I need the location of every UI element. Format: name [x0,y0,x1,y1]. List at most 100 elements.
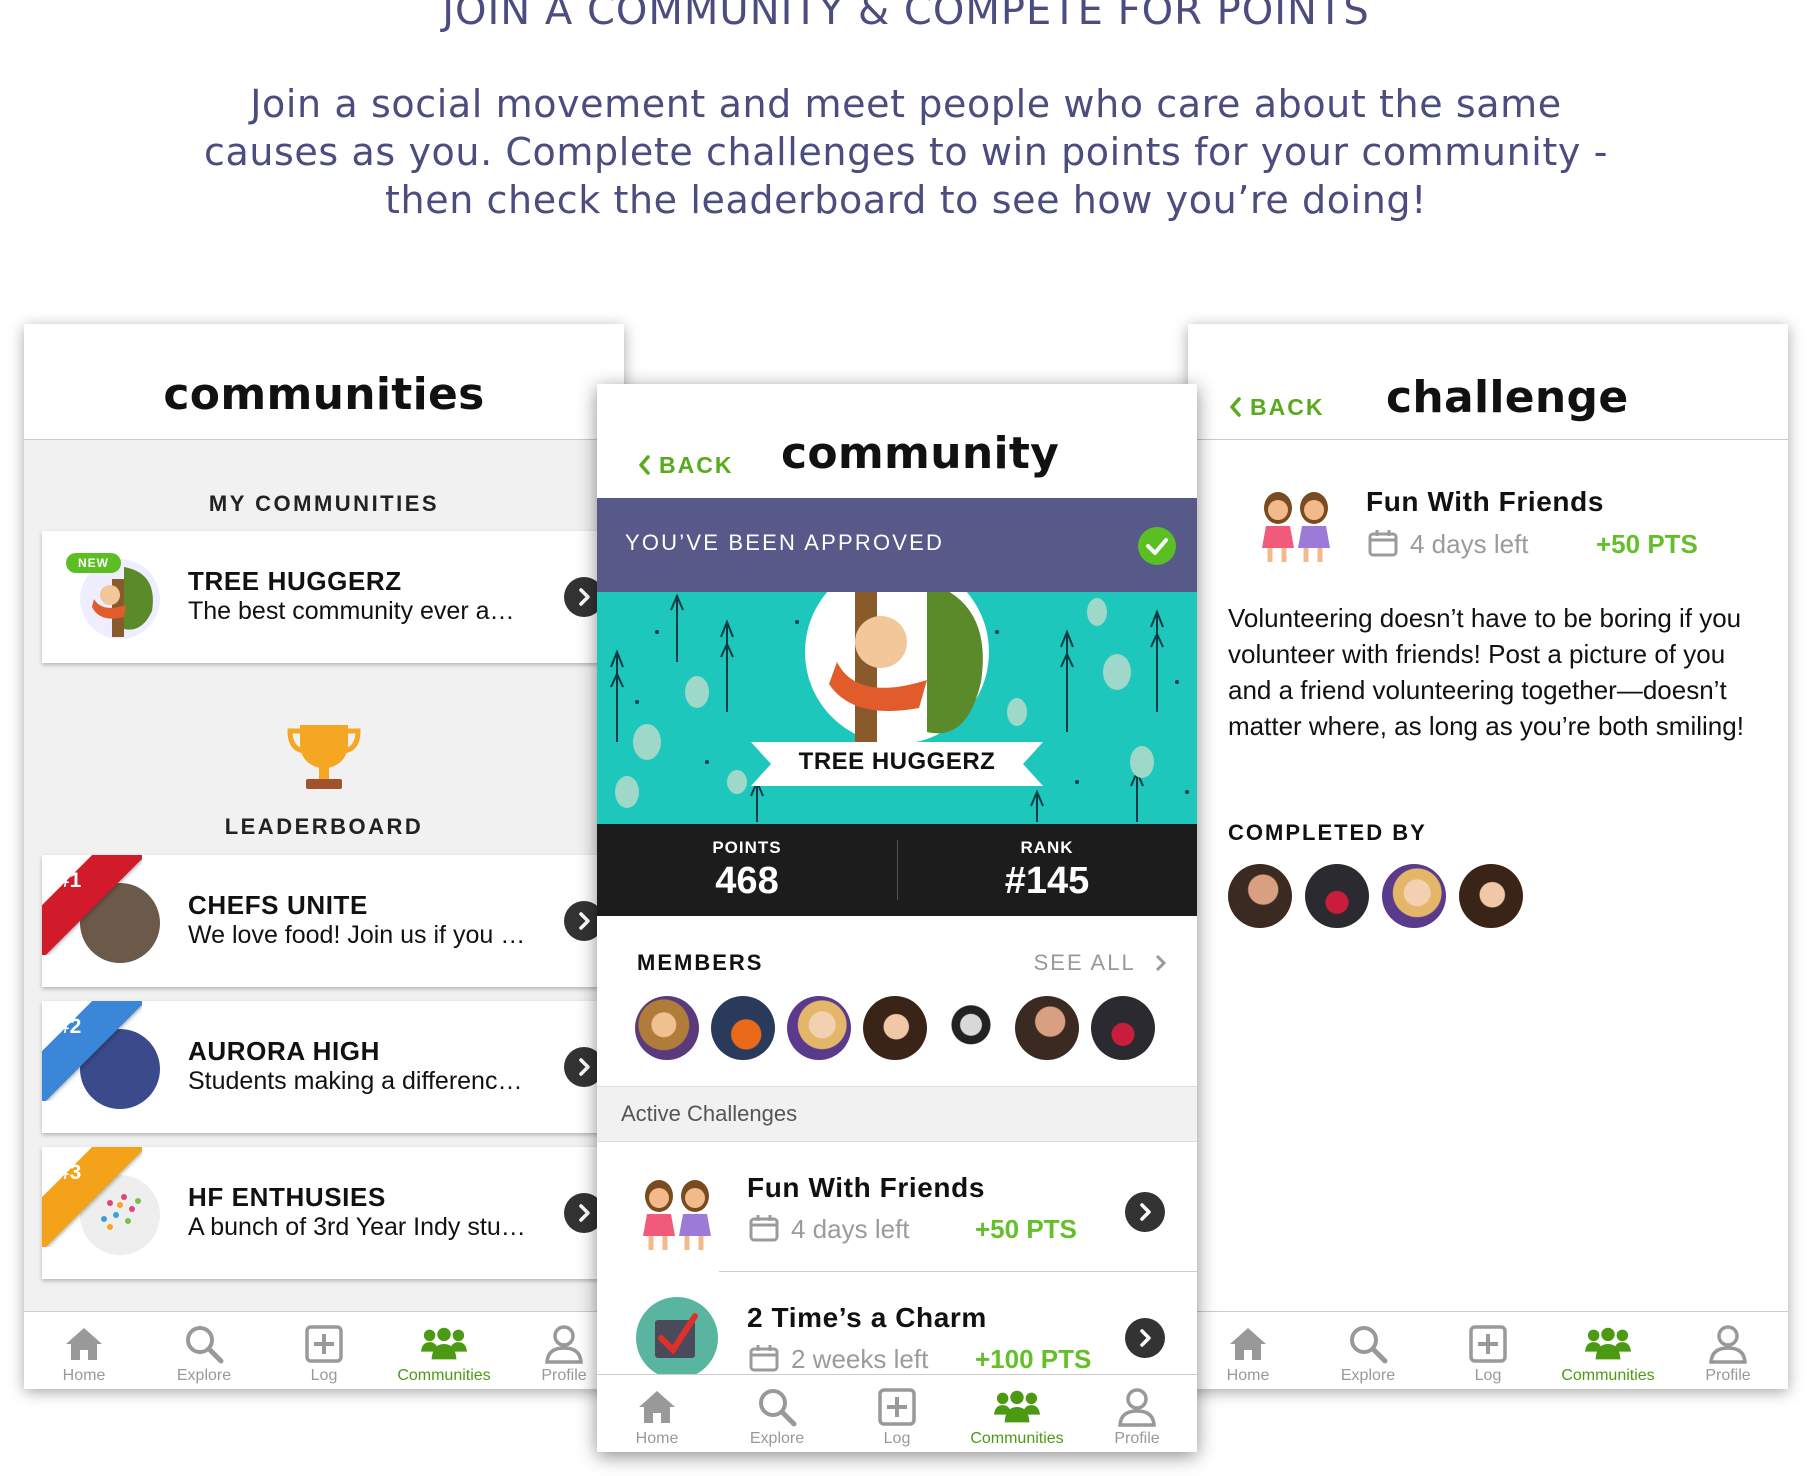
screen-title: communities [163,369,485,420]
nav-profile[interactable]: Profile [1668,1312,1788,1389]
community-desc: We love food! Join us if you are hungry [188,921,528,949]
see-all-link[interactable]: SEE ALL [1034,950,1167,976]
members-label: MEMBERS [637,950,764,975]
user-icon [1117,1387,1157,1427]
challenge-points: +50 PTS [975,1214,1077,1244]
nav-home[interactable]: Home [1188,1312,1308,1389]
rank-value: #145 [1004,860,1090,902]
home-icon [64,1324,104,1364]
community-name: AURORA HIGH [188,1036,380,1066]
completer-avatar[interactable] [1228,864,1292,928]
search-icon [757,1387,797,1427]
challenge-screen: BACK challenge Fun With Friends 4 days l… [1188,324,1788,1389]
member-avatar[interactable] [635,996,699,1060]
community-name: HF ENTHUSIES [188,1182,386,1212]
member-avatar[interactable] [711,996,775,1060]
home-icon [637,1387,677,1427]
active-challenges-label: Active Challenges [621,1101,798,1126]
trophy-icon [287,725,361,789]
nav-communities[interactable]: Communities [384,1312,504,1389]
nav-explore[interactable]: Explore [144,1312,264,1389]
people-icon [994,1387,1040,1427]
leaderboard-card[interactable]: #1 CHEFS UNITE We love food! Join us if … [42,855,622,987]
nav-home[interactable]: Home [24,1312,144,1389]
rank-ribbon: #2 [42,1001,142,1101]
community-desc: A bunch of 3rd Year Indy students [188,1213,528,1241]
challenge-time: 4 days left [791,1214,910,1244]
community-name: CHEFS UNITE [188,890,368,920]
back-chevron-icon [1228,396,1242,418]
nav-log[interactable]: Log [1428,1312,1548,1389]
checkbox-icon [636,1297,718,1376]
completed-by-label: COMPLETED BY [1228,820,1427,845]
nav-communities[interactable]: Communities [1548,1312,1668,1389]
completer-avatar[interactable] [1459,864,1523,928]
leaderboard-card[interactable]: #3 HF ENTHUSIES A bunch of 3rd Year Indy… [42,1147,622,1279]
completer-avatar[interactable] [1305,864,1369,928]
my-community-card[interactable]: NEW TREE HUGGERZ The best community ever… [42,531,622,663]
member-avatar[interactable] [863,996,927,1060]
member-avatar[interactable] [1015,996,1079,1060]
calendar-icon [1368,529,1398,557]
rank-label: RANK [1020,838,1074,857]
two-girls-icon [637,1172,717,1252]
communities-body: MY COMMUNITIES NEW TREE HUGGERZ The best… [24,439,624,1311]
chevron-right-icon[interactable] [1125,1318,1165,1358]
search-icon [1348,1324,1388,1364]
challenge-time: 2 weeks left [791,1344,929,1374]
leaderboard-label: LEADERBOARD [224,814,424,839]
nav-communities[interactable]: Communities [957,1375,1077,1452]
screen-title: challenge [1386,372,1629,423]
calendar-icon [749,1344,779,1372]
bottom-nav: Home Explore Log Communities Profile [1188,1311,1788,1389]
points-value: 468 [715,860,779,902]
chevron-right-icon [1155,954,1167,972]
rank-ribbon: #1 [42,855,142,955]
member-avatar[interactable] [787,996,851,1060]
user-icon [1708,1324,1748,1364]
people-icon [1585,1324,1631,1364]
challenge-row[interactable]: 2 Time’s a Charm 2 weeks left +100 PTS [597,1272,1197,1376]
bottom-nav: Home Explore Log Communities Profile [24,1311,624,1389]
member-avatar[interactable] [939,996,1003,1060]
challenge-name: 2 Time’s a Charm [747,1302,987,1333]
nav-log[interactable]: Log [837,1375,957,1452]
nav-log[interactable]: Log [264,1312,384,1389]
nav-home[interactable]: Home [597,1375,717,1452]
screen-title: community [781,428,1060,479]
page-headline: JOIN A COMMUNITY & COMPETE FOR POINTS [442,0,1370,34]
points-label: POINTS [712,838,782,857]
nav-explore[interactable]: Explore [1308,1312,1428,1389]
community-name: TREE HUGGERZ [188,566,402,596]
user-icon [544,1324,584,1364]
calendar-icon [749,1214,779,1242]
plus-square-icon [304,1324,344,1364]
plus-square-icon [1468,1324,1508,1364]
rank-ribbon: #3 [42,1147,142,1247]
check-circle-icon [1138,527,1176,565]
my-communities-label: MY COMMUNITIES [208,491,440,516]
approved-banner: YOU’VE BEEN APPROVED [597,498,1197,592]
plus-square-icon [877,1387,917,1427]
banner-community-name: TREE HUGGERZ [798,748,996,775]
new-badge: NEW [66,553,121,573]
home-icon [1228,1324,1268,1364]
completer-avatar[interactable] [1382,864,1446,928]
back-button[interactable]: BACK [637,452,733,479]
leaderboard-card[interactable]: #2 AURORA HIGH Students making a differe… [42,1001,622,1133]
community-banner: TREE HUGGERZ [597,592,1197,824]
back-button[interactable]: BACK [1228,394,1324,421]
active-challenges-header: Active Challenges [597,1086,1197,1142]
challenge-row[interactable]: Fun With Friends 4 days left +50 PTS [597,1142,1197,1272]
search-icon [184,1324,224,1364]
challenge-name: Fun With Friends [1366,486,1604,517]
challenge-body: Volunteering doesn’t have to be boring i… [1228,603,1744,741]
nav-explore[interactable]: Explore [717,1375,837,1452]
challenge-points: +50 PTS [1596,529,1698,559]
chevron-right-icon[interactable] [1125,1192,1165,1232]
member-avatar[interactable] [1091,996,1155,1060]
bottom-nav: Home Explore Log Communities Profile [597,1374,1197,1452]
nav-profile[interactable]: Profile [1077,1375,1197,1452]
back-chevron-icon [637,454,651,476]
people-icon [421,1324,467,1364]
